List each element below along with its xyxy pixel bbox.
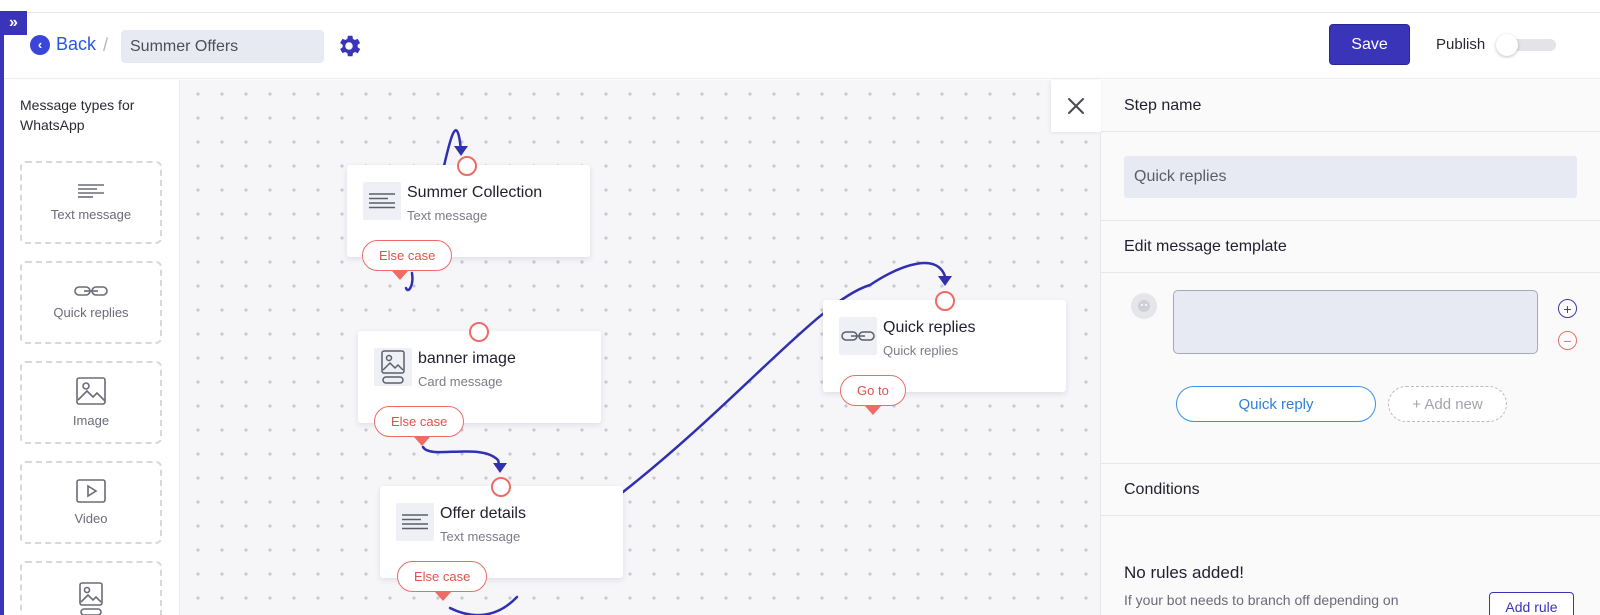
palette-item-label: Text message: [50, 207, 132, 222]
else-case-button[interactable]: Else case: [374, 406, 465, 437]
else-case-port-icon: [414, 437, 430, 446]
palette-item-card[interactable]: [20, 561, 162, 615]
flow-node-banner-image[interactable]: banner image Card message Else case: [358, 322, 601, 446]
toggle-knob: [1496, 34, 1518, 56]
step-name-input[interactable]: [1124, 156, 1577, 198]
node-subtitle: Card message: [418, 374, 503, 389]
quick-reply-button[interactable]: Quick reply: [1176, 386, 1376, 422]
message-types-palette: Message types for WhatsApp Text message …: [4, 80, 180, 615]
node-subtitle: Text message: [407, 208, 488, 223]
flow-name-input[interactable]: [121, 30, 324, 63]
arrowhead-offer: [493, 463, 507, 473]
add-rule-button[interactable]: Add rule: [1489, 592, 1574, 615]
palette-item-video[interactable]: Video: [20, 461, 162, 544]
else-case-port-icon: [435, 592, 451, 601]
card-image-icon: [79, 581, 103, 615]
else-case-button[interactable]: Else case: [362, 240, 453, 271]
node-title: Offer details: [440, 505, 526, 522]
connector-banner-to-offer: [421, 445, 502, 470]
publish-toggle[interactable]: [1496, 34, 1556, 56]
builder-header: ‹ Back / Save Publish: [0, 13, 1600, 79]
template-heading: Edit message template: [1101, 221, 1600, 273]
minus-icon[interactable]: −: [1558, 331, 1577, 350]
node-input-port[interactable]: [491, 477, 511, 497]
node-title: Summer Collection: [407, 184, 543, 201]
node-input-port[interactable]: [935, 291, 955, 311]
else-case-button[interactable]: Else case: [397, 561, 488, 592]
no-rules-title: No rules added!: [1124, 563, 1245, 582]
top-edge: [0, 0, 1600, 13]
link-chain-icon: [74, 286, 108, 296]
card-image-icon: [374, 348, 412, 386]
text-lines-icon: [363, 182, 401, 220]
node-input-port[interactable]: [457, 156, 477, 176]
palette-item-image[interactable]: Image: [20, 361, 162, 444]
text-lines-icon: [396, 503, 434, 541]
node-title: Quick replies: [883, 319, 976, 336]
back-link[interactable]: ‹ Back: [30, 34, 96, 55]
video-play-icon: [76, 479, 106, 503]
breadcrumb-separator: /: [103, 35, 109, 55]
node-input-port[interactable]: [469, 322, 489, 342]
goto-port-icon: [865, 406, 881, 415]
expand-sidebar-button[interactable]: »: [0, 11, 27, 35]
chevron-left-icon: ‹: [30, 34, 50, 55]
flow-canvas[interactable]: Summer Collection Text message Else case…: [180, 80, 1100, 615]
arrowhead-quickreplies: [938, 276, 952, 286]
gear-icon[interactable]: [335, 32, 363, 60]
publish-label: Publish: [1436, 36, 1486, 53]
save-button[interactable]: Save: [1329, 24, 1410, 65]
image-icon: [76, 377, 106, 405]
emoji-picker-icon[interactable]: [1131, 293, 1157, 319]
double-chevron-right-icon: »: [9, 14, 18, 31]
back-label: Back: [56, 34, 97, 54]
flow-node-offer-details[interactable]: Offer details Text message Else case: [380, 477, 623, 601]
goto-button[interactable]: Go to: [840, 375, 906, 406]
plus-icon[interactable]: +: [1558, 299, 1577, 318]
text-lines-icon: [78, 184, 104, 198]
step-name-heading: Step name: [1101, 80, 1600, 132]
flow-node-quick-replies[interactable]: Quick replies Quick replies Go to: [823, 291, 1066, 415]
close-icon: [1068, 98, 1084, 114]
message-template-input[interactable]: [1173, 290, 1538, 354]
close-panel-button[interactable]: [1051, 80, 1101, 132]
connector-offer-else: [448, 595, 519, 615]
add-new-button[interactable]: + Add new: [1388, 386, 1507, 422]
palette-item-text-message[interactable]: Text message: [20, 161, 162, 244]
link-chain-icon: [839, 317, 877, 355]
else-case-port-icon: [392, 271, 408, 280]
node-subtitle: Text message: [440, 529, 521, 544]
conditions-heading: Conditions: [1101, 464, 1600, 516]
palette-item-label: Quick replies: [53, 305, 129, 320]
flow-node-summer-collection[interactable]: Summer Collection Text message Else case: [347, 156, 590, 280]
node-title: banner image: [418, 350, 516, 367]
palette-title: Message types for WhatsApp: [20, 97, 135, 133]
left-rail: [0, 11, 4, 615]
palette-item-quick-replies[interactable]: Quick replies: [20, 261, 162, 344]
no-rules-hint: If your bot needs to branch off dependin…: [1124, 592, 1399, 608]
step-settings-panel: Step name Edit message template + − Quic…: [1100, 80, 1600, 615]
palette-item-label: Image: [72, 413, 110, 428]
node-subtitle: Quick replies: [883, 343, 959, 358]
arrowhead-top: [454, 146, 468, 156]
palette-item-label: Video: [74, 511, 108, 526]
